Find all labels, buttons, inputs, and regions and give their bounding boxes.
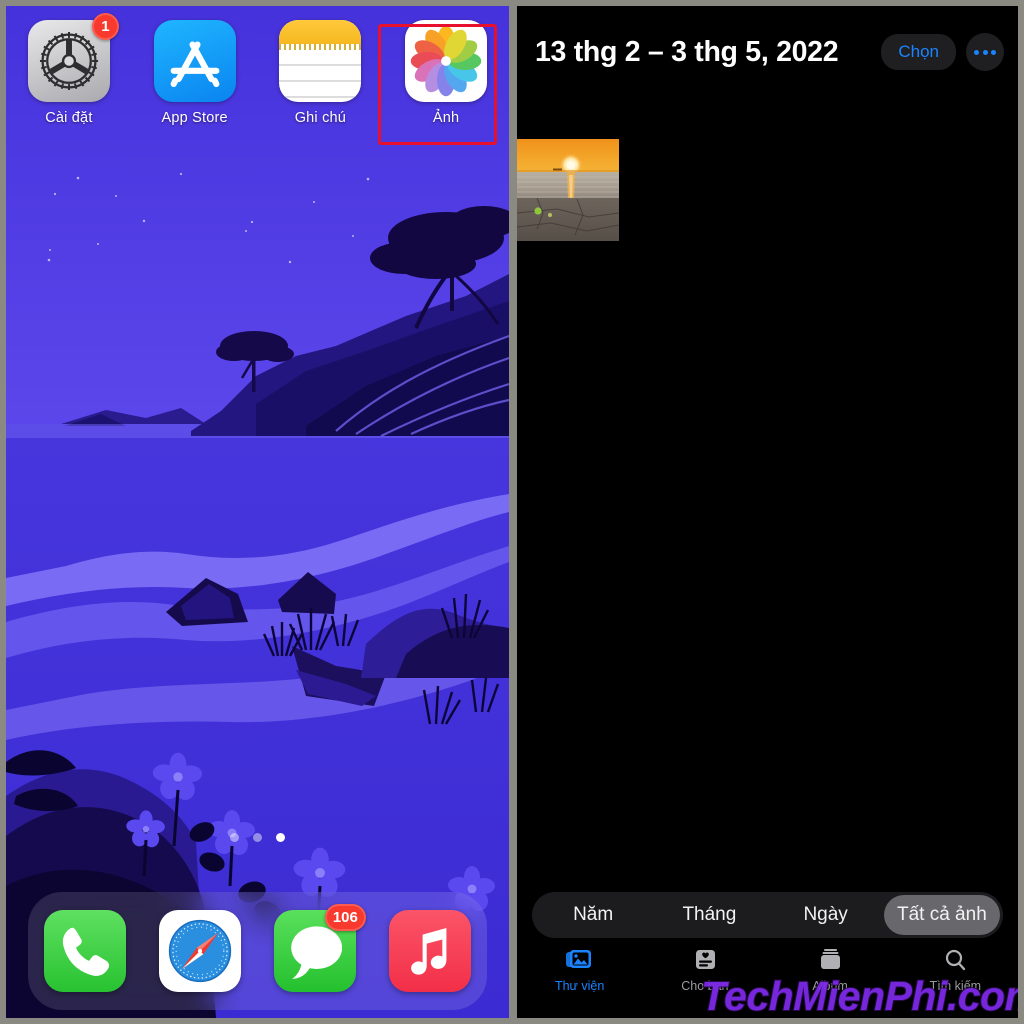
tab-label-library: Thư viện xyxy=(554,979,605,993)
messages-badge: 106 xyxy=(324,904,366,931)
segment-month[interactable]: Tháng xyxy=(651,895,767,935)
photos-date-range-title: 13 thg 2 – 3 thg 5, 2022 xyxy=(535,35,839,68)
photos-view-segmented-control: Năm Tháng Ngày Tất cả ảnh xyxy=(532,892,1003,938)
notes-icon[interactable] xyxy=(279,20,362,102)
ellipsis-dot xyxy=(974,49,979,55)
ellipsis-dot xyxy=(982,49,988,55)
page-dot-3-active[interactable] xyxy=(276,833,285,842)
notes-icon-wrap[interactable] xyxy=(279,20,362,102)
dock: 106 xyxy=(28,892,487,1010)
notes-rule xyxy=(279,96,362,98)
dock-app-messages[interactable]: 106 xyxy=(273,904,366,992)
music-note-glyph xyxy=(410,928,447,975)
app-store-icon-wrap[interactable] xyxy=(153,20,236,102)
app-label-settings: Cài đặt xyxy=(45,110,93,126)
app-icon-notes[interactable]: Ghi chú xyxy=(258,20,384,126)
screenshot-root: 1 Cài đặt App Store Ghi chú Ảnh 106 13 t… xyxy=(0,0,1024,1024)
dock-app-safari[interactable] xyxy=(159,910,242,992)
search-magnifier-icon xyxy=(940,948,970,974)
safari-compass-icon[interactable] xyxy=(159,910,242,992)
segment-day[interactable]: Ngày xyxy=(768,895,884,935)
notes-header-band xyxy=(279,20,362,44)
app-icon-settings[interactable]: 1 Cài đặt xyxy=(6,13,132,126)
app-icon-app-store[interactable]: App Store xyxy=(132,20,258,126)
select-button[interactable]: Chọn xyxy=(881,34,956,70)
app-icon-photos[interactable]: Ảnh xyxy=(383,20,509,126)
photo-grid xyxy=(517,139,1018,241)
photos-flower-icon[interactable] xyxy=(405,20,488,102)
notes-rule xyxy=(279,64,362,66)
photos-pinwheel-glyph xyxy=(410,25,482,97)
photos-app-screen: 13 thg 2 – 3 thg 5, 2022 Chọn Năm Tháng … xyxy=(517,6,1018,1018)
albums-stack-icon xyxy=(815,948,845,974)
segment-all-photos[interactable]: Tất cả ảnh xyxy=(883,895,1000,935)
app-label-app-store: App Store xyxy=(161,110,228,126)
tab-library[interactable]: Thư viện xyxy=(517,948,642,993)
photo-thumbnail-sunset[interactable] xyxy=(517,139,619,241)
dock-app-phone[interactable] xyxy=(44,910,127,992)
phone-icon[interactable] xyxy=(44,910,127,992)
photos-icon-wrap[interactable] xyxy=(405,20,488,102)
wallpaper-carmel-coast-night xyxy=(6,6,509,1018)
search-glyph xyxy=(946,949,966,971)
app-store-glyph xyxy=(170,41,220,88)
page-dots-indicator[interactable] xyxy=(6,833,509,842)
app-label-photos: Ảnh xyxy=(432,110,460,126)
for-you-glyph xyxy=(695,950,715,969)
for-you-card-icon xyxy=(690,948,720,974)
app-label-notes: Ghi chú xyxy=(294,110,347,126)
safari-compass-glyph xyxy=(168,919,232,983)
app-icon-grid: 1 Cài đặt App Store Ghi chú Ảnh xyxy=(6,13,509,126)
phone-handset-glyph xyxy=(63,927,110,976)
gear-glyph xyxy=(39,31,98,91)
albums-glyph xyxy=(821,949,841,969)
sunset-beach-photo xyxy=(517,139,619,241)
ellipsis-icon[interactable] xyxy=(966,33,1004,71)
settings-icon-wrap[interactable]: 1 xyxy=(27,13,119,102)
ios-home-screen: 1 Cài đặt App Store Ghi chú Ảnh 106 xyxy=(6,6,509,1018)
segment-year[interactable]: Năm xyxy=(535,895,651,935)
library-glyph xyxy=(565,950,591,968)
wallpaper-artwork xyxy=(6,6,509,1018)
ellipsis-dot xyxy=(991,49,996,55)
notes-perforation xyxy=(279,44,362,50)
app-store-icon[interactable] xyxy=(153,20,236,102)
page-dot-2[interactable] xyxy=(253,833,262,842)
music-note-icon[interactable] xyxy=(388,910,471,992)
photos-header: 13 thg 2 – 3 thg 5, 2022 Chọn xyxy=(517,6,1018,98)
notes-rule xyxy=(279,80,362,82)
dock-app-music[interactable] xyxy=(388,910,471,992)
settings-badge: 1 xyxy=(91,13,119,40)
library-photos-icon xyxy=(565,948,595,974)
site-watermark: TechMienPhi.com xyxy=(700,972,1018,1018)
page-dot-1[interactable] xyxy=(230,833,239,842)
